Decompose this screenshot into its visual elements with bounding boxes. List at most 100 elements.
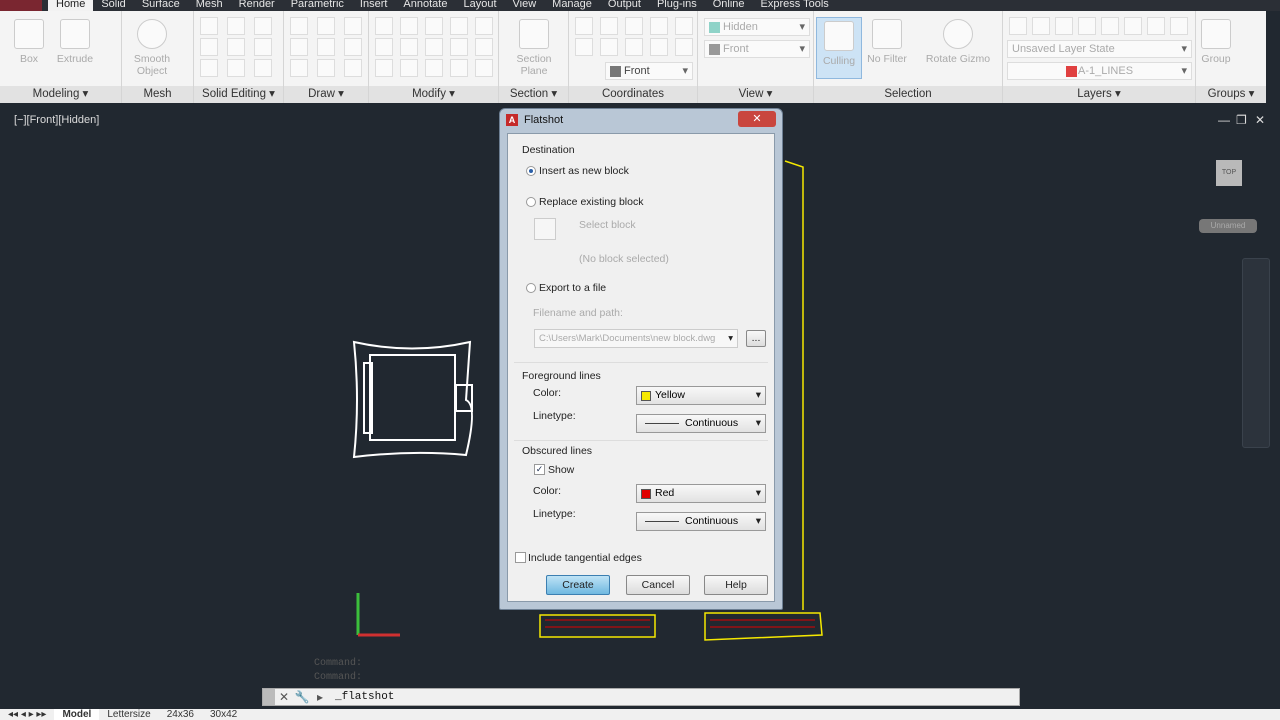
dialog-body: Destination Insert as new block Replace … [507,133,775,602]
red-swatch [641,489,651,499]
layer-color-icon [1066,66,1077,77]
tab-insert[interactable]: Insert [352,0,396,11]
filename-combo[interactable]: C:\Users\Mark\Documents\new block.dwg [534,329,738,348]
group-button[interactable]: Group [1196,19,1236,65]
insert-new-label[interactable]: Insert as new block [539,165,629,177]
layer-tools[interactable] [1009,17,1190,35]
panel-label[interactable]: Groups ▾ [1196,86,1266,103]
tab-solid[interactable]: Solid [93,0,133,11]
tab-mesh[interactable]: Mesh [188,0,231,11]
fg-color-value: Yellow [655,389,685,401]
panel-section: Section Plane Section ▾ [499,11,569,103]
layer-state-value: Unsaved Layer State [1012,43,1115,55]
panel-label[interactable]: Layers ▾ [1003,86,1195,103]
solid-editing-tools[interactable] [200,17,278,77]
help-button[interactable]: Help [704,575,768,595]
panel-label[interactable]: Modify ▾ [369,86,498,103]
layer-state-combo[interactable]: Unsaved Layer State [1007,40,1192,58]
drag-handle[interactable] [263,689,275,705]
panel-label[interactable]: Solid Editing ▾ [194,86,283,103]
no-filter-button[interactable]: No Filter [864,19,910,65]
rotate-gizmo-label: Rotate Gizmo [925,53,991,65]
application-menu-button[interactable] [0,0,42,11]
flatshot-dialog: A Flatshot ✕ Destination Insert as new bl… [499,108,783,610]
smooth-object-tool[interactable]: Smooth Object [128,19,176,77]
select-block-button[interactable] [534,218,556,240]
obscured-heading: Obscured lines [522,445,593,457]
fg-color-dropdown[interactable]: Yellow [636,386,766,405]
culling-button[interactable]: Culling [816,17,862,79]
create-button[interactable]: Create [546,575,610,595]
panel-label[interactable]: Modeling ▾ [0,86,121,103]
ucs-icon [356,593,400,637]
cancel-button[interactable]: Cancel [626,575,690,595]
obscured-lines [545,619,815,628]
tab-online[interactable]: Online [705,0,753,11]
panel-mesh: Smooth Object Mesh [122,11,194,103]
tangential-label[interactable]: Include tangential edges [528,552,642,564]
layer-value: A-1_LINES [1078,65,1134,77]
show-label[interactable]: Show [548,464,574,476]
draw-tools[interactable] [290,17,368,77]
panel-coordinates: Front Coordinates [569,11,698,103]
visual-style-value: Hidden [723,21,758,33]
tab-annotate[interactable]: Annotate [395,0,455,11]
tab-plug-ins[interactable]: Plug-ins [649,0,705,11]
tab-home[interactable]: Home [48,0,94,11]
tab-model[interactable]: Model [54,709,100,720]
coordinate-tools[interactable] [575,17,697,56]
tab-layout[interactable]: Layout [455,0,504,11]
extrude-tool[interactable]: Extrude [52,19,98,65]
panel-label[interactable]: View ▾ [698,86,813,103]
tab-output[interactable]: Output [600,0,649,11]
command-line[interactable]: ✕ 🔧 ▸ _flatshot [262,688,1020,706]
tab-lettersize[interactable]: Lettersize [99,709,158,720]
panel-label[interactable]: Draw ▾ [284,86,368,103]
replace-existing-label[interactable]: Replace existing block [539,196,643,208]
extrude-label: Extrude [56,53,94,65]
rotate-gizmo-button[interactable]: Rotate Gizmo [922,19,994,65]
tangential-checkbox[interactable] [515,552,526,563]
tab-30x42[interactable]: 30x42 [202,709,245,720]
ob-linetype-value: Continuous [685,515,739,527]
panel-label[interactable]: Mesh [122,86,193,103]
ucs-combo[interactable]: Front [605,62,693,80]
navigation-bar[interactable] [1242,258,1270,448]
gizmo-icon [943,19,973,49]
view-icon [709,44,720,55]
panel-selection: Culling No Filter Rotate Gizmo Selection [814,11,1003,103]
show-checkbox[interactable]: ✓ [534,464,545,475]
fg-linetype-value: Continuous [685,417,739,429]
tab-render[interactable]: Render [231,0,283,11]
view-combo[interactable]: Front [704,40,810,58]
ob-color-dropdown[interactable]: Red [636,484,766,503]
tab-express-tools[interactable]: Express Tools [753,0,837,11]
tab-parametric[interactable]: Parametric [283,0,352,11]
section-plane-tool[interactable]: Section Plane [511,19,557,77]
ob-linetype-dropdown[interactable]: Continuous [636,512,766,531]
layer-combo[interactable]: A-1_LINES [1007,62,1192,80]
tab-manage[interactable]: Manage [544,0,600,11]
close-icon[interactable]: ✕ [275,690,293,704]
export-file-radio[interactable] [526,283,536,293]
browse-button[interactable]: ... [746,330,766,347]
panel-label[interactable]: Section ▾ [499,86,568,103]
tab-24x36[interactable]: 24x36 [159,709,202,720]
tab-view[interactable]: View [505,0,545,11]
prompt-icon[interactable]: ▸ [311,690,329,704]
modify-tools[interactable] [375,17,497,77]
visual-style-combo[interactable]: Hidden [704,18,810,36]
fg-linetype-dropdown[interactable]: Continuous [636,414,766,433]
history-line: Command: [314,672,363,683]
export-file-label[interactable]: Export to a file [539,282,606,294]
close-icon[interactable]: ✕ [1255,113,1265,127]
replace-existing-radio[interactable] [526,197,536,207]
filter-icon [872,19,902,49]
wrench-icon[interactable]: 🔧 [293,690,311,704]
tab-surface[interactable]: Surface [134,0,188,11]
insert-new-radio[interactable] [526,166,536,176]
dialog-close-button[interactable]: ✕ [738,111,776,127]
command-input[interactable]: _flatshot [335,691,394,703]
box-tool[interactable]: Box [6,19,52,65]
layout-nav-icon[interactable]: ◂◂ ◂ ▸ ▸▸ [0,709,54,720]
